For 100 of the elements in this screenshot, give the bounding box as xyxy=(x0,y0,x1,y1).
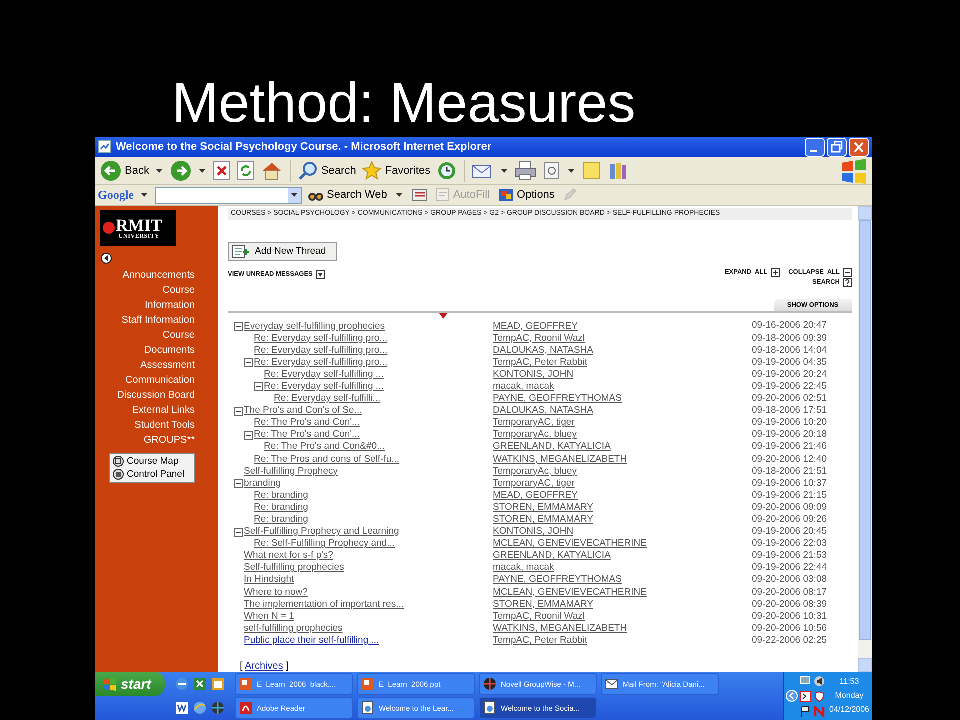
thread-link[interactable]: Re: The Pro's and Con&#0... xyxy=(264,441,385,454)
browser-icon[interactable] xyxy=(175,677,189,691)
thread-link[interactable]: Re: Everyday self-fulfilling ... xyxy=(264,368,384,381)
browser-icon[interactable] xyxy=(193,701,207,715)
author-link[interactable]: TempAC, Peter Rabbit xyxy=(493,634,588,647)
thread-link[interactable]: Re: Everyday self-fulfilli... xyxy=(274,393,381,406)
back-button[interactable]: Back xyxy=(98,158,152,182)
refresh-button[interactable] xyxy=(235,160,258,182)
thread-link[interactable]: self-fulfilling prophecies xyxy=(244,622,343,635)
author-link[interactable]: MCLEAN, GENEVIEVECATHERINE xyxy=(493,586,647,599)
sidebar-link[interactable]: Course Documents xyxy=(113,328,195,358)
thread-link[interactable]: Re: The Pro's and Con'... xyxy=(254,417,360,430)
thread-link[interactable]: Re: branding xyxy=(254,514,308,526)
author-link[interactable]: KONTONIS, JOHN xyxy=(493,368,574,381)
google-logo[interactable]: Google xyxy=(98,188,134,202)
thread-link[interactable]: Re: The Pros and cons of Self-fu... xyxy=(254,454,400,466)
sidebar-link[interactable]: Discussion Board xyxy=(113,388,195,403)
add-thread-button[interactable]: Add New Thread xyxy=(228,242,338,261)
author-link[interactable]: MCLEAN, GENEVIEVECATHERINE xyxy=(493,538,647,550)
thread-link[interactable]: The Pro's and Con's of Se... xyxy=(244,405,362,418)
author-link[interactable]: TempAC, Peter Rabbit xyxy=(493,356,588,369)
author-link[interactable]: PAYNE, GEOFFREYTHOMAS xyxy=(493,574,622,586)
shield-icon[interactable] xyxy=(814,690,825,702)
calendar-icon[interactable] xyxy=(211,677,225,691)
options-button[interactable]: Options xyxy=(496,187,557,203)
document-icon[interactable] xyxy=(175,701,189,715)
sidebar-link[interactable]: Course Information xyxy=(113,283,195,313)
close-icon[interactable] xyxy=(849,138,869,156)
author-link[interactable]: TemporaryAC, tiger xyxy=(493,478,575,490)
archives-link[interactable]: Archives xyxy=(245,661,284,672)
author-link[interactable]: STOREN, EMMAMARY xyxy=(493,502,594,514)
author-link[interactable]: TemporaryAC, tiger xyxy=(493,417,575,430)
author-link[interactable]: DALOUKAS, NATASHA xyxy=(493,344,594,357)
author-link[interactable]: macak, macak xyxy=(493,380,554,393)
expand-tray-icon[interactable] xyxy=(786,690,798,702)
sidebar-link[interactable]: GROUPS** xyxy=(113,433,195,448)
author-link[interactable]: WATKINS, MEGANELIZABETH xyxy=(493,622,628,635)
thread-link[interactable]: The implementation of important res... xyxy=(244,598,404,611)
author-link[interactable]: TempAC, Roonil Wazl xyxy=(493,610,586,623)
author-link[interactable]: TemporaryAc, bluey xyxy=(493,429,577,442)
spreadsheet-icon[interactable] xyxy=(193,677,207,691)
collapse-box-icon[interactable] xyxy=(234,406,244,416)
scrollbar[interactable] xyxy=(858,206,872,672)
sidebar-link[interactable]: Staff Information xyxy=(113,313,195,328)
thread-link[interactable]: What next for s-f p's? xyxy=(244,550,334,562)
collapse-box-icon[interactable] xyxy=(244,358,254,368)
collapse-box-icon[interactable] xyxy=(254,382,264,392)
author-link[interactable]: MEAD, GEOFFREY xyxy=(493,320,578,333)
thread-link[interactable]: Where to now? xyxy=(244,586,308,599)
search-input-field[interactable] xyxy=(155,186,302,204)
network-icon[interactable] xyxy=(800,676,811,686)
sidebar-link[interactable]: Communication xyxy=(113,373,195,388)
thread-link[interactable]: When N = 1 xyxy=(244,610,294,623)
search-button[interactable]: Search Web xyxy=(306,187,390,203)
collapse-box-icon[interactable] xyxy=(244,430,254,440)
collapse-box-icon[interactable] xyxy=(234,528,244,537)
author-link[interactable]: DALOUKAS, NATASHA xyxy=(493,405,594,418)
thread-link[interactable]: Re: Self-Fulfilling Prophecy and... xyxy=(254,538,395,550)
tool-link[interactable]: Course Map xyxy=(113,456,194,467)
author-link[interactable]: PAYNE, GEOFFREYTHOMAS xyxy=(493,393,622,406)
sidebar-link[interactable]: Assessment xyxy=(113,358,195,373)
thread-link[interactable]: Re: branding xyxy=(254,502,308,514)
author-link[interactable]: STOREN, EMMAMARY xyxy=(493,598,594,611)
thread-link[interactable]: branding xyxy=(244,478,281,490)
author-link[interactable]: TempAC, Roonil Wazl xyxy=(493,332,586,345)
blocker-button[interactable] xyxy=(410,187,430,203)
author-link[interactable]: TemporaryAc, bluey xyxy=(493,466,577,478)
thread-link[interactable]: Re: Everyday self-fulfilling pro... xyxy=(254,332,388,345)
maximize-icon[interactable] xyxy=(827,138,847,156)
thread-link[interactable]: Everyday self-fulfilling prophecies xyxy=(244,320,385,333)
thread-link[interactable]: Re: Everyday self-fulfilling ... xyxy=(264,380,384,393)
globe-icon[interactable] xyxy=(211,701,225,715)
sidebar-link[interactable]: Announcements xyxy=(113,268,195,283)
thread-link[interactable]: Public place their self-fulfilling ... xyxy=(244,634,380,647)
thread-link[interactable]: Re: Everyday self-fulfilling pro... xyxy=(254,356,388,369)
stop-button[interactable] xyxy=(211,160,234,182)
thread-link[interactable]: Self-fulfilling Prophecy xyxy=(244,466,338,478)
sidebar-link[interactable]: Student Tools xyxy=(113,418,195,433)
collapse-box-icon[interactable] xyxy=(234,322,244,332)
author-link[interactable]: WATKINS, MEGANELIZABETH xyxy=(493,454,628,466)
terminal-icon[interactable] xyxy=(800,690,811,702)
search-button[interactable]: Search xyxy=(296,160,358,182)
thread-link[interactable]: Self-Fulfilling Prophecy and Learning xyxy=(244,526,400,538)
thread-link[interactable]: Self-fulfilling prophecies xyxy=(244,562,344,574)
author-link[interactable]: KONTONIS, JOHN xyxy=(493,526,574,538)
minimize-icon[interactable] xyxy=(805,138,825,156)
print-button[interactable] xyxy=(512,160,539,182)
author-link[interactable]: STOREN, EMMAMARY xyxy=(493,514,594,526)
thread-link[interactable]: Re: branding xyxy=(254,490,308,502)
sidebar-link[interactable]: External Links xyxy=(113,403,195,418)
speaker-icon[interactable] xyxy=(814,676,825,686)
clock-time[interactable]: 11:53 xyxy=(840,675,860,689)
author-link[interactable]: GREENLAND, KATYALICIA xyxy=(493,441,611,454)
favorites-button[interactable]: Favorites xyxy=(360,160,433,182)
author-link[interactable]: macak, macak xyxy=(493,562,554,574)
start-button[interactable]: start xyxy=(95,672,165,696)
thread-link[interactable]: Re: Everyday self-fulfilling pro... xyxy=(254,344,388,357)
tool-link[interactable]: Control Panel xyxy=(113,469,194,480)
author-link[interactable]: GREENLAND, KATYALICIA xyxy=(493,550,611,562)
thread-link[interactable]: In Hindsight xyxy=(244,574,294,586)
